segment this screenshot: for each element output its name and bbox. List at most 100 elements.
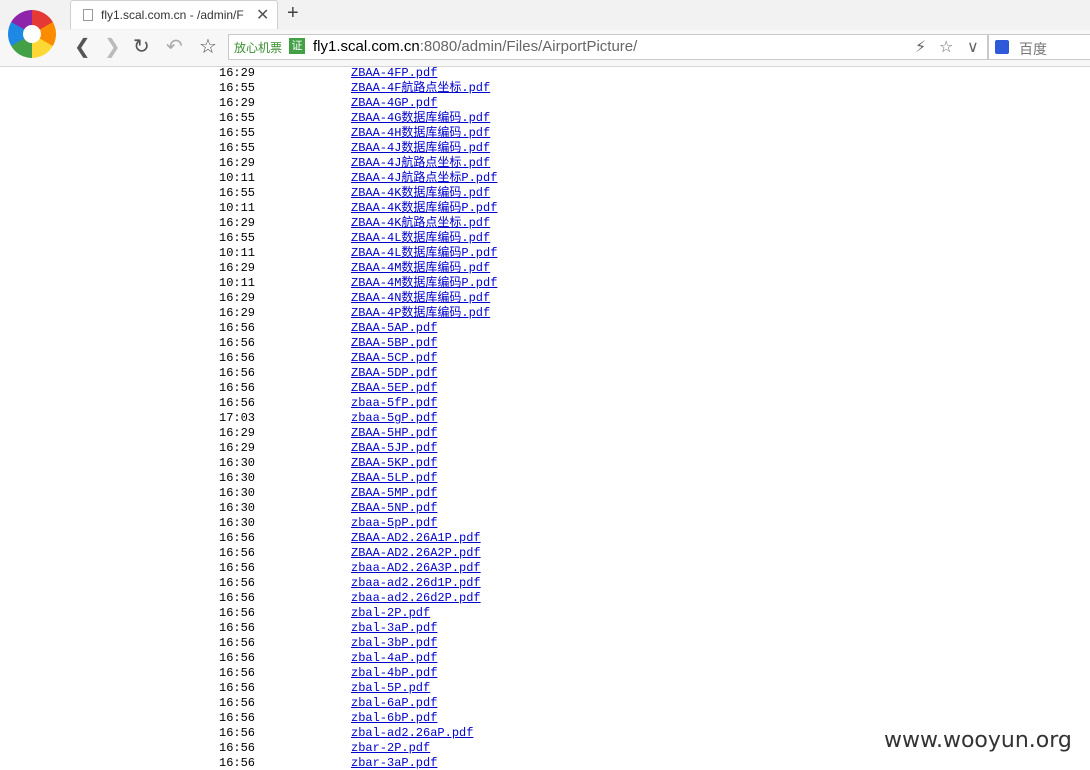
file-link[interactable]: zbal-3bP.pdf bbox=[351, 636, 437, 651]
file-link[interactable]: ZBAA-5BP.pdf bbox=[351, 336, 437, 351]
file-row: 2015年6月9日16:56147238zbal-6bP.pdf bbox=[0, 711, 700, 726]
file-link[interactable]: ZBAA-5MP.pdf bbox=[351, 486, 437, 501]
file-time: 16:56 bbox=[219, 681, 256, 695]
file-row: 2014年7月8日16:2932884ZBAA-4N数据库编码.pdf bbox=[0, 291, 700, 306]
file-link[interactable]: ZBAA-4N数据库编码.pdf bbox=[351, 291, 490, 306]
file-time: 16:56 bbox=[219, 666, 256, 680]
file-time: 16:56 bbox=[219, 606, 256, 620]
file-link[interactable]: ZBAA-5CP.pdf bbox=[351, 351, 437, 366]
search-box[interactable]: 百度 bbox=[988, 34, 1090, 60]
file-link[interactable]: ZBAA-5EP.pdf bbox=[351, 381, 437, 396]
file-link[interactable]: ZBAA-5LP.pdf bbox=[351, 471, 437, 486]
file-link[interactable]: zbaa-AD2.26A3P.pdf bbox=[351, 561, 481, 576]
file-link[interactable]: ZBAA-4M数据库编码P.pdf bbox=[351, 276, 497, 291]
file-link[interactable]: zbar-3aP.pdf bbox=[351, 756, 437, 770]
search-input[interactable]: 百度 bbox=[1019, 39, 1047, 59]
reload-icon[interactable]: ↻ bbox=[133, 34, 150, 59]
file-link[interactable]: zbal-ad2.26aP.pdf bbox=[351, 726, 473, 741]
file-link[interactable]: zbaa-ad2.26d2P.pdf bbox=[351, 591, 481, 606]
address-bar[interactable]: 放心机票 证 fly1.scal.com.cn:8080/admin/Files… bbox=[228, 34, 988, 60]
file-link[interactable]: zbal-6aP.pdf bbox=[351, 696, 437, 711]
file-row: 2015年6月9日16:56249870ZBAA-5EP.pdf bbox=[0, 381, 700, 396]
file-link[interactable]: ZBAA-4J航路点坐标P.pdf bbox=[351, 171, 497, 186]
file-row: 2015年6月9日16:56296460ZBAA-5BP.pdf bbox=[0, 336, 700, 351]
file-link[interactable]: zbal-3aP.pdf bbox=[351, 621, 437, 636]
file-time: 16:55 bbox=[219, 81, 256, 95]
file-link[interactable]: ZBAA-4P数据库编码.pdf bbox=[351, 306, 490, 321]
file-link[interactable]: ZBAA-4G数据库编码.pdf bbox=[351, 111, 490, 126]
file-link[interactable]: zbaa-5fP.pdf bbox=[351, 396, 437, 411]
file-row: 2014年7月8日16:29114206ZBAA-4GP.pdf bbox=[0, 96, 700, 111]
file-time: 16:56 bbox=[219, 696, 256, 710]
file-row: 2015年6月9日16:56146131zbal-6aP.pdf bbox=[0, 696, 700, 711]
file-link[interactable]: ZBAA-4H数据库编码.pdf bbox=[351, 126, 490, 141]
file-time: 10:11 bbox=[219, 246, 256, 260]
lightning-icon[interactable]: ⚡ bbox=[915, 37, 926, 57]
file-time: 17:03 bbox=[219, 411, 256, 425]
file-link[interactable]: zbal-2P.pdf bbox=[351, 606, 430, 621]
file-time: 16:56 bbox=[219, 726, 256, 740]
file-link[interactable]: ZBAA-4L数据库编码.pdf bbox=[351, 231, 490, 246]
file-link[interactable]: ZBAA-4FP.pdf bbox=[351, 66, 437, 81]
file-link[interactable]: ZBAA-AD2.26A1P.pdf bbox=[351, 531, 481, 546]
browser-logo-icon[interactable] bbox=[8, 10, 56, 58]
file-time: 10:11 bbox=[219, 276, 256, 290]
file-time: 16:29 bbox=[219, 291, 256, 305]
file-link[interactable]: ZBAA-4K航路点坐标.pdf bbox=[351, 216, 490, 231]
file-link[interactable]: ZBAA-4F航路点坐标.pdf bbox=[351, 81, 490, 96]
file-row: 2014年7月8日16:30320488ZBAA-5NP.pdf bbox=[0, 501, 700, 516]
baidu-icon bbox=[995, 40, 1009, 54]
file-link[interactable]: zbal-4bP.pdf bbox=[351, 666, 437, 681]
bookmark-star-icon[interactable]: ☆ bbox=[939, 37, 953, 57]
file-link[interactable]: ZBAA-4K数据库编码.pdf bbox=[351, 186, 490, 201]
dropdown-icon[interactable]: ∨ bbox=[967, 37, 979, 57]
file-link[interactable]: ZBAA-4L数据库编码P.pdf bbox=[351, 246, 497, 261]
file-time: 16:55 bbox=[219, 111, 256, 125]
file-link[interactable]: ZBAA-4GP.pdf bbox=[351, 96, 437, 111]
file-row: 2014年7月8日16:30354420zbaa-5pP.pdf bbox=[0, 516, 700, 531]
url-path: :8080/admin/Files/AirportPicture/ bbox=[419, 38, 638, 55]
file-row: 2015年6月9日16:5539539ZBAA-4H数据库编码.pdf bbox=[0, 126, 700, 141]
file-link[interactable]: zbaa-ad2.26d1P.pdf bbox=[351, 576, 481, 591]
file-row: 2015年6月9日16:5683118zbal-2P.pdf bbox=[0, 606, 700, 621]
file-link[interactable]: zbal-5P.pdf bbox=[351, 681, 430, 696]
file-link[interactable]: ZBAA-5KP.pdf bbox=[351, 456, 437, 471]
file-time: 16:56 bbox=[219, 576, 256, 590]
file-link[interactable]: zbar-2P.pdf bbox=[351, 741, 430, 756]
file-listing: 2014年7月8日16:29103015ZBAA-4FP.pdf 2015年6月9… bbox=[0, 66, 1090, 770]
back-icon[interactable]: ❮ bbox=[74, 34, 91, 59]
file-link[interactable]: zbaa-5pP.pdf bbox=[351, 516, 437, 531]
file-time: 16:30 bbox=[219, 516, 256, 530]
file-row: 2015年6月9日16:56128938zbaa-AD2.26A3P.pdf bbox=[0, 561, 700, 576]
file-link[interactable]: ZBAA-AD2.26A2P.pdf bbox=[351, 546, 481, 561]
file-time: 16:56 bbox=[219, 336, 256, 350]
file-link[interactable]: zbal-6bP.pdf bbox=[351, 711, 437, 726]
file-link[interactable]: ZBAA-4M数据库编码.pdf bbox=[351, 261, 490, 276]
file-row: 2014年7月8日16:2936029ZBAA-4M数据库编码.pdf bbox=[0, 261, 700, 276]
file-link[interactable]: ZBAA-4J数据库编码.pdf bbox=[351, 141, 490, 156]
new-tab-button[interactable]: + bbox=[287, 2, 299, 25]
file-time: 16:55 bbox=[219, 141, 256, 155]
file-row: 2015年6月9日16:5537662ZBAA-4L数据库编码.pdf bbox=[0, 231, 700, 246]
file-link[interactable]: ZBAA-5HP.pdf bbox=[351, 426, 437, 441]
file-row: 2014年7月8日16:29103015ZBAA-4FP.pdf bbox=[0, 66, 700, 81]
file-link[interactable]: ZBAA-5DP.pdf bbox=[351, 366, 437, 381]
undo-icon[interactable]: ↶ bbox=[166, 34, 183, 59]
file-time: 16:56 bbox=[219, 561, 256, 575]
file-link[interactable]: zbal-4aP.pdf bbox=[351, 651, 437, 666]
file-link[interactable]: ZBAA-5JP.pdf bbox=[351, 441, 437, 456]
file-link[interactable]: ZBAA-4J航路点坐标.pdf bbox=[351, 156, 490, 171]
certificate-icon[interactable]: 证 bbox=[289, 38, 305, 54]
page-icon bbox=[83, 9, 93, 21]
star-icon[interactable]: ☆ bbox=[199, 34, 217, 59]
file-link[interactable]: ZBAA-5NP.pdf bbox=[351, 501, 437, 516]
close-icon[interactable]: ✕ bbox=[256, 5, 269, 25]
file-link[interactable]: zbaa-5gP.pdf bbox=[351, 411, 437, 426]
file-link[interactable]: ZBAA-4K数据库编码P.pdf bbox=[351, 201, 497, 216]
browser-tab[interactable]: fly1.scal.com.cn - /admin/F ✕ bbox=[70, 0, 278, 29]
url-text[interactable]: fly1.scal.com.cn:8080/admin/Files/Airpor… bbox=[313, 38, 637, 55]
forward-icon[interactable]: ❯ bbox=[104, 34, 121, 59]
file-link[interactable]: ZBAA-5AP.pdf bbox=[351, 321, 437, 336]
file-row: 2014年7月8日16:2935338ZBAA-4P数据库编码.pdf bbox=[0, 306, 700, 321]
file-time: 10:11 bbox=[219, 171, 256, 185]
